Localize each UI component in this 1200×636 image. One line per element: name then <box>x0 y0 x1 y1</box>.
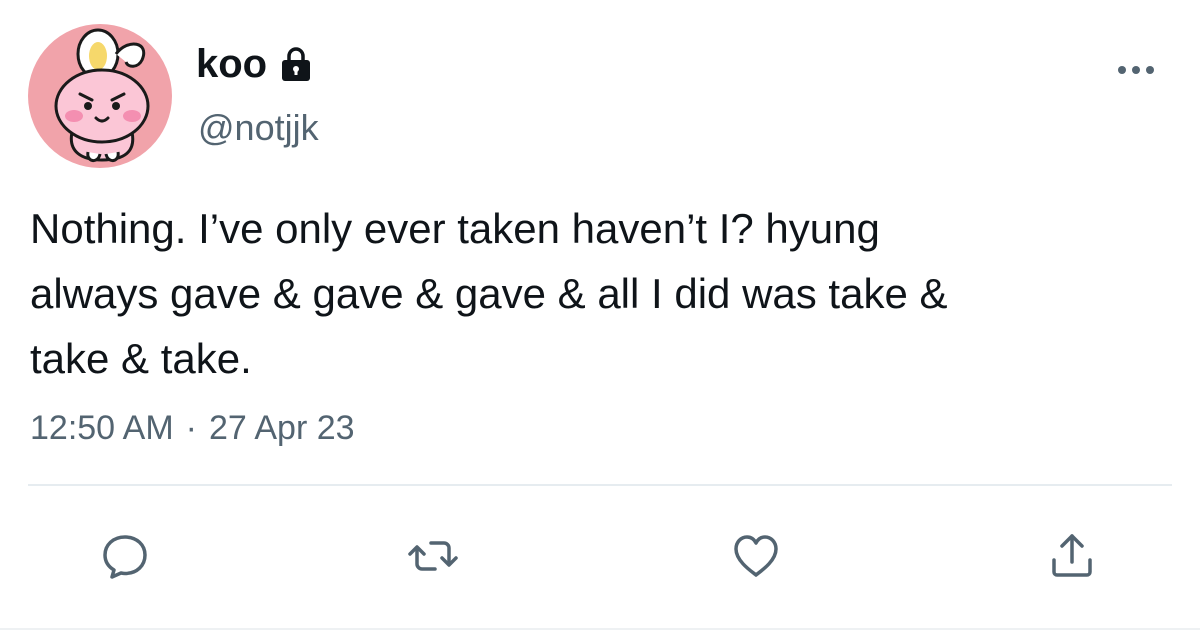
bottom-divider <box>0 628 1200 630</box>
timestamp-separator: · <box>185 409 197 447</box>
user-handle[interactable]: @notjjk <box>198 106 319 150</box>
reply-button[interactable] <box>95 526 155 586</box>
heart-icon <box>734 535 778 577</box>
speech-bubble-icon <box>103 535 147 579</box>
tweet-time[interactable]: 12:50 AM <box>30 409 174 447</box>
tweet-timestamp[interactable]: 12:50 AM · 27 Apr 23 <box>30 404 355 452</box>
lock-icon <box>282 47 310 81</box>
bunny-avatar-icon <box>28 24 172 168</box>
more-dots-icon <box>1118 66 1154 74</box>
like-button[interactable] <box>726 526 786 586</box>
retweet-button[interactable] <box>403 526 463 586</box>
share-upload-icon <box>1052 534 1092 577</box>
display-name[interactable]: koo <box>196 40 267 88</box>
divider <box>28 484 1172 486</box>
tweet-text: Nothing. I’ve only ever taken haven’t I?… <box>30 205 948 382</box>
retweet-icon <box>408 541 458 571</box>
avatar[interactable] <box>28 24 172 168</box>
tweet-date[interactable]: 27 Apr 23 <box>209 409 355 447</box>
more-options-button[interactable] <box>1108 56 1164 84</box>
share-button[interactable] <box>1042 526 1102 586</box>
